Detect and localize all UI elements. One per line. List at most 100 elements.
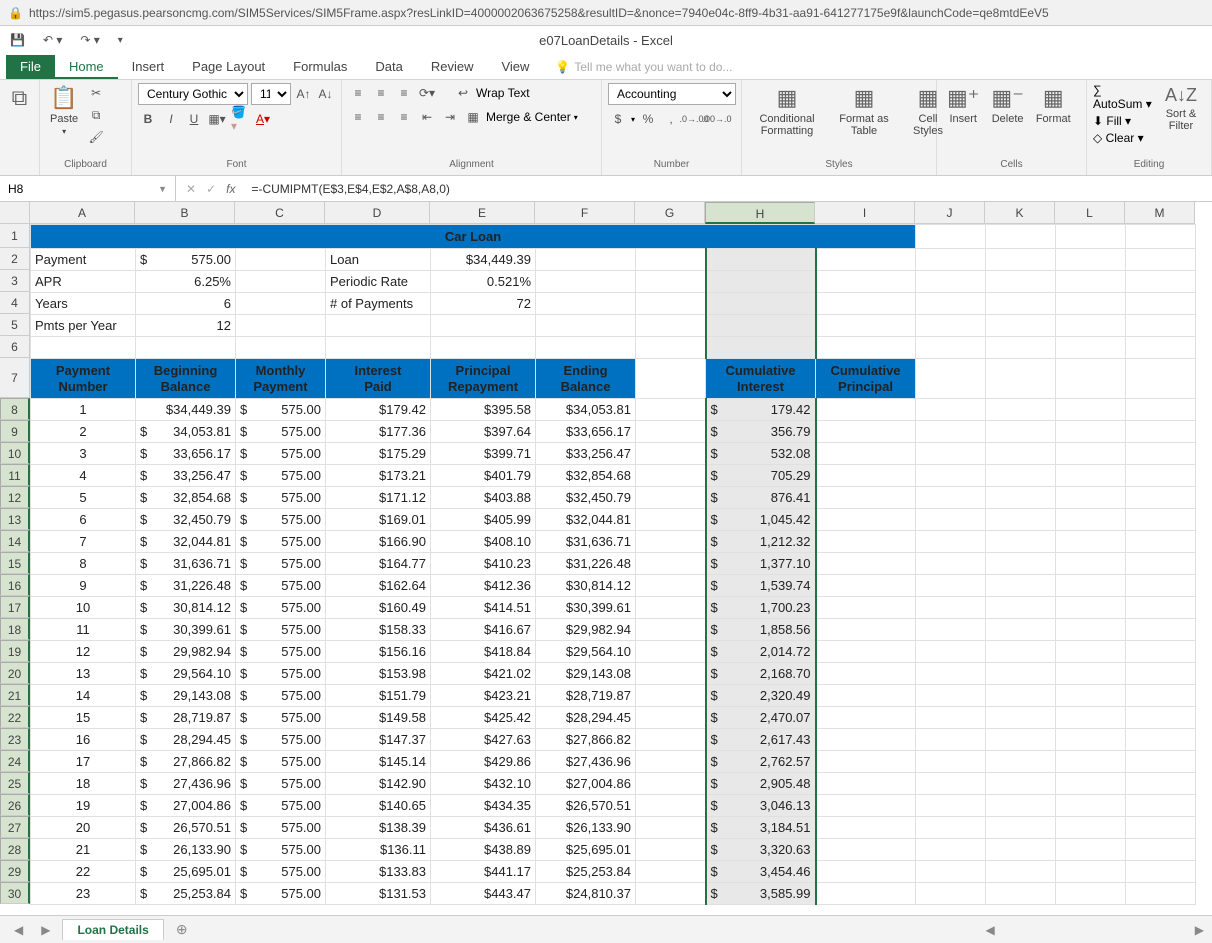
row-header-28[interactable]: 28 [0,838,30,860]
cell[interactable] [986,597,1056,619]
cell[interactable] [1126,597,1196,619]
align-top-icon[interactable]: ≡ [348,83,368,103]
cell[interactable] [1056,597,1126,619]
cell[interactable]: $2,014.72 [706,641,816,663]
cell[interactable] [1126,707,1196,729]
align-right-icon[interactable]: ≡ [394,107,414,127]
row-header-6[interactable]: 6 [0,336,30,358]
row-header-4[interactable]: 4 [0,292,30,314]
cell[interactable] [636,883,706,905]
cell[interactable] [1056,817,1126,839]
cell[interactable]: $136.11 [326,839,431,861]
cell[interactable]: 14 [31,685,136,707]
cell[interactable]: $30,399.61 [136,619,236,641]
cell[interactable] [1126,795,1196,817]
row-header-9[interactable]: 9 [0,420,30,442]
cell[interactable]: $397.64 [431,421,536,443]
cell[interactable]: $401.79 [431,465,536,487]
cell[interactable]: 17 [31,751,136,773]
cell[interactable] [986,509,1056,531]
cell[interactable] [986,531,1056,553]
clear-button[interactable]: ◇ Clear ▾ [1093,131,1153,145]
cell[interactable]: $27,004.86 [136,795,236,817]
cell[interactable] [1126,861,1196,883]
cell[interactable]: $138.39 [326,817,431,839]
cell[interactable] [916,663,986,685]
cell[interactable]: $575.00 [236,707,326,729]
cell[interactable]: $414.51 [431,597,536,619]
cell[interactable] [1126,575,1196,597]
cell[interactable]: $29,143.08 [136,685,236,707]
cell[interactable] [1056,861,1126,883]
tab-view[interactable]: View [487,55,543,79]
cell[interactable]: 10 [31,597,136,619]
row-header-1[interactable]: 1 [0,224,30,248]
cell[interactable] [816,421,916,443]
cell[interactable] [916,751,986,773]
cell[interactable] [1056,531,1126,553]
format-painter-icon[interactable]: 🖌 [86,127,106,147]
cell[interactable]: $412.36 [431,575,536,597]
cell[interactable]: $575.00 [236,641,326,663]
cell[interactable]: $27,436.96 [136,773,236,795]
cell[interactable]: $705.29 [706,465,816,487]
cell[interactable]: $131.53 [326,883,431,905]
cell[interactable]: $3,046.13 [706,795,816,817]
cancel-formula-icon[interactable]: ✕ [186,182,196,196]
cell[interactable]: 12 [31,641,136,663]
column-header-G[interactable]: G [635,202,705,224]
cell[interactable] [816,663,916,685]
cell[interactable]: $26,133.90 [536,817,636,839]
cell[interactable]: $2,762.57 [706,751,816,773]
cell[interactable]: 13 [31,663,136,685]
cell[interactable] [816,685,916,707]
cell[interactable] [816,773,916,795]
row-header-10[interactable]: 10 [0,442,30,464]
cell[interactable]: $2,905.48 [706,773,816,795]
share-button[interactable]: ⧉ [6,83,33,113]
row-header-3[interactable]: 3 [0,270,30,292]
cell[interactable]: $575.00 [236,685,326,707]
cell[interactable]: $575.00 [236,619,326,641]
select-all-corner[interactable] [0,202,30,224]
cell[interactable]: $532.08 [706,443,816,465]
cell[interactable] [1056,663,1126,685]
cell[interactable]: $1,539.74 [706,575,816,597]
cell[interactable] [1126,465,1196,487]
hscroll-right-icon[interactable]: ▶ [1195,923,1204,937]
cell[interactable]: $3,320.63 [706,839,816,861]
cell[interactable] [1126,641,1196,663]
cell[interactable]: $26,570.51 [136,817,236,839]
cell-grid[interactable]: Car LoanPayment$575.00Loan$34,449.39APR6… [30,224,1212,915]
cell[interactable] [636,773,706,795]
column-header-K[interactable]: K [985,202,1055,224]
cell[interactable] [986,707,1056,729]
cell[interactable]: $425.42 [431,707,536,729]
cell[interactable]: $175.29 [326,443,431,465]
tab-home[interactable]: Home [55,55,118,79]
cell[interactable]: $158.33 [326,619,431,641]
row-header-2[interactable]: 2 [0,248,30,270]
cell[interactable] [1056,883,1126,905]
cell[interactable]: $27,866.82 [536,729,636,751]
cell[interactable]: $418.84 [431,641,536,663]
cell[interactable]: $28,294.45 [136,729,236,751]
cell[interactable] [1126,773,1196,795]
cell[interactable] [636,531,706,553]
cell[interactable]: $403.88 [431,487,536,509]
cell[interactable] [816,707,916,729]
cell[interactable]: $432.10 [431,773,536,795]
cell[interactable] [1126,751,1196,773]
column-header-L[interactable]: L [1055,202,1125,224]
cell[interactable] [1056,509,1126,531]
row-header-14[interactable]: 14 [0,530,30,552]
row-header-11[interactable]: 11 [0,464,30,486]
cell[interactable] [986,399,1056,421]
cell[interactable]: $1,212.32 [706,531,816,553]
column-header-E[interactable]: E [430,202,535,224]
cell[interactable]: $575.00 [236,597,326,619]
tab-review[interactable]: Review [417,55,488,79]
borders-icon[interactable]: ▦▾ [207,109,227,129]
cell[interactable] [916,531,986,553]
fx-icon[interactable]: fx [226,182,235,196]
